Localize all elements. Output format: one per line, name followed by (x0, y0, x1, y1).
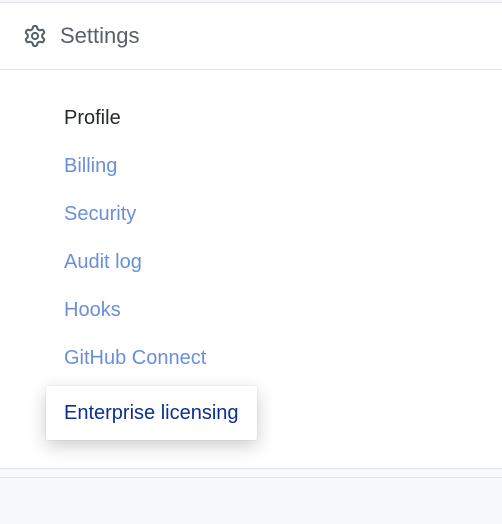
nav-item-hooks[interactable]: Hooks (64, 286, 502, 334)
nav-item-github-connect[interactable]: GitHub Connect (64, 334, 502, 382)
settings-title: Settings (60, 23, 140, 49)
settings-panel: Settings Profile Billing Security Audit … (0, 2, 502, 469)
nav-item-security[interactable]: Security (64, 190, 502, 238)
settings-header: Settings (0, 3, 502, 70)
gear-icon (24, 25, 46, 47)
nav-item-profile[interactable]: Profile (64, 94, 502, 142)
panel-divider (0, 477, 502, 487)
nav-item-billing[interactable]: Billing (64, 142, 502, 190)
nav-item-enterprise-licensing[interactable]: Enterprise licensing (46, 386, 257, 440)
nav-item-audit-log[interactable]: Audit log (64, 238, 502, 286)
settings-nav: Profile Billing Security Audit log Hooks… (0, 70, 502, 468)
